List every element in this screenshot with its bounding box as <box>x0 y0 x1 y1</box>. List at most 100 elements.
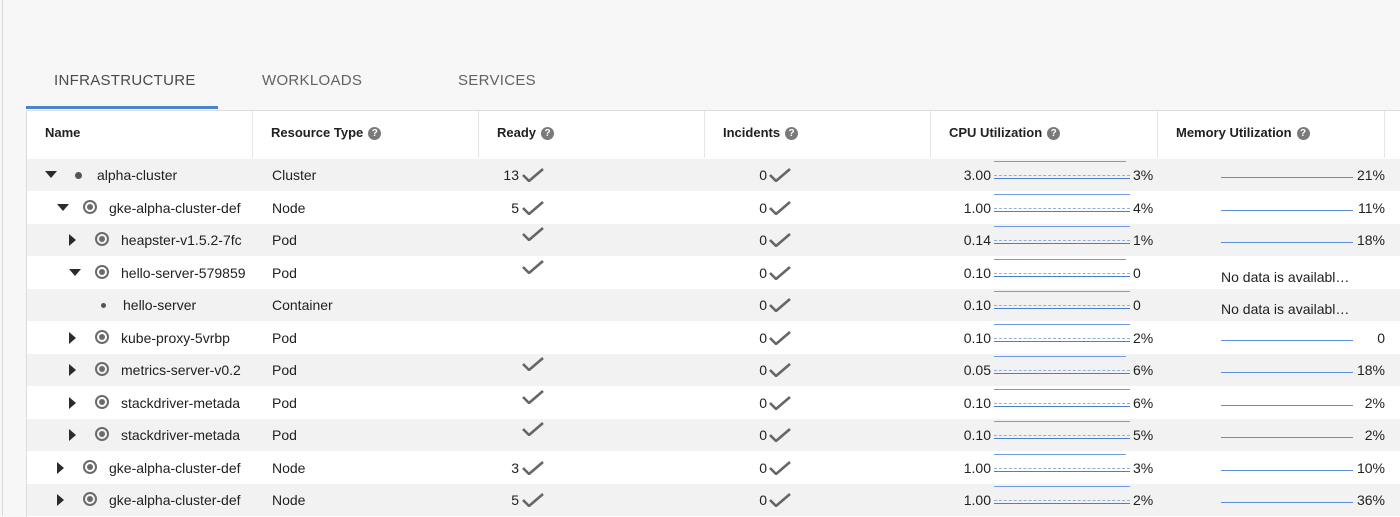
cpu-value: 0.05 <box>963 362 991 378</box>
node-ring-icon <box>95 232 109 246</box>
help-icon[interactable]: ? <box>1296 127 1310 141</box>
cluster-dot-icon <box>75 172 82 179</box>
table-row[interactable]: kube-proxy-5vrbp Pod 0 0.10 2% 0 <box>27 322 1400 354</box>
cpu-percent: 2% <box>1133 492 1154 508</box>
cpu-sparkline <box>994 453 1130 481</box>
cpu-sparkline <box>994 421 1130 448</box>
expand-caret-icon[interactable] <box>57 494 64 506</box>
ready-check-icon <box>522 227 544 241</box>
resource-type: Node <box>272 459 306 476</box>
column-header-memory-utilization[interactable]: Memory Utilization? <box>1158 111 1385 158</box>
incidents-count: 0 <box>759 459 767 476</box>
cpu-percent: 4% <box>1133 199 1154 216</box>
ready-count: 3 <box>511 459 519 476</box>
cpu-percent: 1% <box>1133 232 1154 248</box>
window-edge <box>2 0 3 516</box>
column-header-ready[interactable]: Ready? <box>479 111 705 158</box>
cpu-value: 0.10 <box>963 297 991 313</box>
table-row[interactable]: alpha-cluster Cluster 13 0 3.00 3% 21% <box>27 159 1400 191</box>
table-row[interactable]: gke-alpha-cluster-def Node 3 0 1.00 3% 10% <box>27 452 1400 484</box>
resource-name: kube-proxy-5vrbp <box>121 329 230 346</box>
table-row[interactable]: gke-alpha-cluster-def Node 5 0 1.00 4% 11% <box>27 192 1400 224</box>
collapse-caret-icon[interactable] <box>57 203 69 211</box>
collapse-caret-icon[interactable] <box>45 171 57 178</box>
cpu-percent: 5% <box>1133 427 1154 443</box>
sparkline-series <box>994 402 1130 404</box>
sparkline-series <box>994 467 1130 469</box>
resource-name: hello-server-579859 <box>121 264 246 281</box>
column-header-cpu-utilization[interactable]: CPU Utilization? <box>931 111 1158 158</box>
incidents-check-icon <box>769 428 791 442</box>
resource-type: Pod <box>272 264 297 281</box>
memory-sparkline <box>1221 469 1353 471</box>
memory-sparkline <box>1221 242 1353 243</box>
incidents-count: 0 <box>759 167 767 183</box>
tab-bar: INFRASTRUCTURE WORKLOADS SERVICES <box>26 60 1400 110</box>
column-label: Resource Type <box>271 125 364 140</box>
sparkline-max <box>994 356 1126 357</box>
column-label: CPU Utilization <box>949 125 1043 140</box>
ready-check-icon <box>522 422 544 436</box>
table-row[interactable]: gke-alpha-cluster-def Node 5 0 1.00 2% 36% <box>27 484 1400 516</box>
expand-caret-icon[interactable] <box>57 461 64 474</box>
expand-caret-icon[interactable] <box>69 396 76 409</box>
cpu-percent: 2% <box>1133 329 1154 346</box>
cpu-sparkline <box>994 258 1130 286</box>
table-row[interactable]: metrics-server-v0.2 Pod 0 0.05 6% 18% <box>27 354 1400 386</box>
container-dot-icon <box>101 303 106 308</box>
collapse-caret-icon[interactable] <box>69 268 81 276</box>
node-ring-icon <box>95 264 109 279</box>
table-row[interactable]: stackdriver-metada Pod 0 0.10 6% 2% <box>27 387 1400 419</box>
cpu-sparkline <box>994 356 1130 383</box>
resource-name: gke-alpha-cluster-def <box>109 459 241 476</box>
column-label: Name <box>45 125 81 140</box>
resource-name: stackdriver-metada <box>121 394 241 411</box>
incidents-count: 0 <box>759 362 767 378</box>
cpu-sparkline <box>994 161 1130 188</box>
node-ring-icon <box>95 394 109 409</box>
node-ring-icon <box>95 362 109 376</box>
ready-count: 5 <box>511 199 519 216</box>
resource-name: stackdriver-metada <box>121 427 241 443</box>
cpu-value: 1.00 <box>963 199 991 216</box>
expand-caret-icon[interactable] <box>69 364 76 376</box>
incidents-count: 0 <box>759 394 767 411</box>
resource-name: heapster-v1.5.2-7fc <box>121 232 242 248</box>
column-header-resource-type[interactable]: Resource Type? <box>253 111 479 158</box>
incidents-count: 0 <box>759 264 767 281</box>
resource-type: Container <box>272 297 333 313</box>
help-icon[interactable]: ? <box>785 127 799 141</box>
memory-sparkline <box>1221 437 1353 438</box>
memory-percent: 0 <box>1377 329 1385 346</box>
expand-caret-icon[interactable] <box>69 429 76 441</box>
ready-check-icon <box>522 357 544 371</box>
sparkline-max <box>994 323 1130 325</box>
tab-services[interactable]: SERVICES <box>458 60 536 106</box>
help-icon[interactable]: ? <box>1047 127 1061 141</box>
incidents-check-icon <box>769 330 791 345</box>
table-row[interactable]: stackdriver-metada Pod 0 0.10 5% 2% <box>27 419 1400 451</box>
sparkline-series <box>994 240 1130 241</box>
help-icon[interactable]: ? <box>541 127 555 141</box>
help-icon[interactable]: ? <box>368 127 382 141</box>
sparkline-series <box>994 337 1130 339</box>
incidents-count: 0 <box>759 492 767 508</box>
tab-infrastructure[interactable]: INFRASTRUCTURE <box>54 60 196 106</box>
node-ring-icon <box>95 427 109 441</box>
tab-workloads[interactable]: WORKLOADS <box>262 60 362 106</box>
incidents-check-icon <box>769 265 791 280</box>
cpu-percent: 3% <box>1133 459 1154 476</box>
column-header-incidents[interactable]: Incidents? <box>705 111 931 158</box>
expand-caret-icon[interactable] <box>69 234 76 246</box>
sparkline-max <box>994 291 1130 292</box>
table-header: Name Resource Type? Ready? Incidents? CP… <box>27 111 1400 158</box>
ready-check-icon <box>522 259 544 274</box>
cpu-value: 0.14 <box>963 232 991 248</box>
table-row[interactable]: hello-server-579859 Pod 0 0.10 0 No data is a… <box>27 257 1400 289</box>
column-header-name[interactable]: Name <box>27 111 253 158</box>
table-row[interactable]: heapster-v1.5.2-7fc Pod 0 0.14 1% 18% <box>27 224 1400 256</box>
resource-name: metrics-server-v0.2 <box>121 362 241 378</box>
cpu-value: 1.00 <box>963 492 991 508</box>
table-row[interactable]: hello-server Container 0 0.10 0 No data is av… <box>27 289 1400 321</box>
expand-caret-icon[interactable] <box>69 331 76 344</box>
